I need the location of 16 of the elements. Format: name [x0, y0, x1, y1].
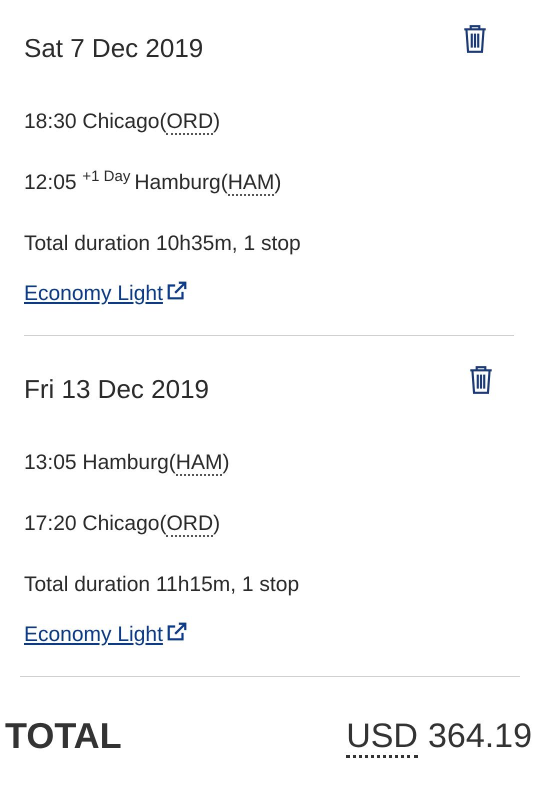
external-link-icon — [166, 280, 188, 302]
flight-time-text: 12:05 $^{+1 Day}$ Hamburg(HAM) — [24, 168, 282, 198]
flight-date: Fri 13 Dec 2019 — [24, 373, 209, 406]
trash-icon[interactable] — [468, 365, 494, 395]
duration-text: Total duration 11h15m, 1 stop — [24, 572, 300, 598]
flight-time-text: 18:30 Chicago(ORD) — [24, 109, 222, 137]
trash-icon[interactable] — [462, 24, 488, 54]
fare-link[interactable]: Economy Light — [24, 279, 188, 309]
external-link-icon — [166, 621, 188, 643]
fare-link[interactable]: Economy Light — [24, 620, 188, 650]
flight-date: Sat 7 Dec 2019 — [24, 32, 204, 65]
duration-text: Total duration 10h35m, 1 stop — [24, 231, 302, 257]
flight-time-text: 17:20 Chicago(ORD) — [24, 511, 222, 539]
total-label: TOTAL — [5, 715, 122, 757]
total-amount: USD 364.19 — [346, 716, 532, 756]
flight-time-text: 13:05 Hamburg(HAM) — [24, 450, 230, 478]
